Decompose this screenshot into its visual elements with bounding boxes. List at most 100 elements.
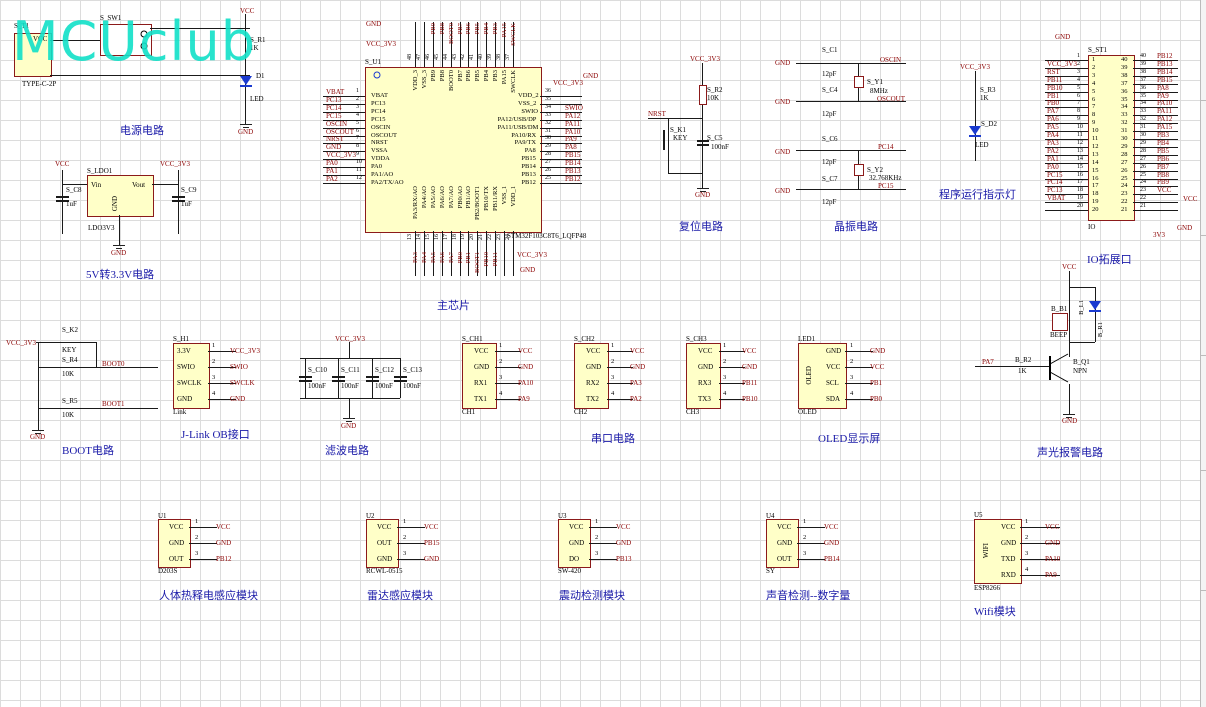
y2-designator: S_Y2 <box>867 166 883 174</box>
vcc33-net-label: VCC_3V3 <box>960 63 990 71</box>
mcu-pin-label: PC14 <box>371 107 386 115</box>
crystal-y1 <box>854 76 864 88</box>
io-pin-number: 4 <box>1092 79 1096 87</box>
io-pin-number: 32 <box>1140 116 1146 123</box>
io-net-label: PC15 <box>1047 170 1063 179</box>
power-bus-wire <box>50 75 250 76</box>
vcc33-net-label: VCC_3V3 <box>517 251 547 259</box>
usb-part: TYPE-C-2P <box>22 80 57 88</box>
border-tick <box>1200 470 1206 471</box>
mcu-pin-label: PC15 <box>371 115 386 123</box>
io-pin-number: 38 <box>1121 71 1128 79</box>
mcu-pin-label: PB6 <box>465 70 473 82</box>
cap-plate <box>56 196 69 198</box>
uart-pin-label: TX1 <box>474 395 487 403</box>
mcu-pin-label: NRST <box>371 139 388 147</box>
br1-label: B_R1 <box>1097 322 1104 338</box>
module-pin-number: 2 <box>403 534 407 541</box>
io-net-label: PB4 <box>1157 138 1170 147</box>
bl1-label: B_L1 <box>1078 300 1085 315</box>
filter-cap-value: 100nF <box>375 382 393 390</box>
wifi-pin-label: RXD <box>1001 571 1016 579</box>
uart-net-label: PA2 <box>630 395 642 403</box>
io-pin-wire <box>1045 210 1088 212</box>
io-net-label: VBAT <box>1047 194 1066 203</box>
reset-button-bar <box>663 130 665 150</box>
mcu-net-label: PB8 <box>438 23 446 35</box>
module-pin-label: GND <box>777 539 793 547</box>
io-pin-number: 11 <box>1092 135 1099 142</box>
3v3-net-label: 3V3 <box>1153 231 1166 239</box>
mcu-net-label: PA10 <box>565 127 581 136</box>
module-pin-label: GND <box>169 539 185 547</box>
io-pin-number: 3 <box>1077 68 1080 75</box>
mcu-pin-label: VDD_1 <box>509 186 517 207</box>
c4-designator: S_C4 <box>822 86 838 94</box>
mcu-pin-label: SWCLK <box>509 70 517 93</box>
ldo-part: LDO3V3 <box>88 224 115 232</box>
led1-designator: LED1 <box>798 335 816 343</box>
ldo-wire <box>62 170 63 184</box>
uart-label: CH2 <box>574 408 588 416</box>
io-pin-number: 29 <box>1121 142 1128 150</box>
sw420-label: SW-420 <box>558 567 581 575</box>
mcu-designator: S_U1 <box>365 58 381 66</box>
mcu-pin-label: PB2/BOOT1 <box>474 186 482 220</box>
vcc33-net-label: VCC_3V3 <box>690 55 720 63</box>
io-pin-number: 16 <box>1092 174 1099 182</box>
module-pin-wire <box>397 559 425 560</box>
oled-pin-number: 4 <box>850 390 854 397</box>
oled-net-label: PB1 <box>870 379 883 387</box>
mcu-pin-label: PB7 <box>456 70 464 82</box>
mcu-pin-label: PB1/AO <box>465 186 473 209</box>
mcu-pin-number: 7 <box>356 135 359 142</box>
io-pin-number: 32 <box>1121 119 1128 127</box>
alarm-wire <box>975 366 1050 367</box>
filter-cap-value: 100nF <box>308 382 326 390</box>
mcu-pin-label: VSS_3 <box>420 70 428 89</box>
io-pin-number: 22 <box>1140 195 1146 202</box>
uart-net-label: GND <box>742 363 758 371</box>
mcu-net-label: PA7 <box>447 252 455 263</box>
mcu-pin-number: 19 <box>460 234 467 240</box>
uart-net-label: PB11 <box>742 379 758 387</box>
module-net-label: VCC <box>216 523 231 531</box>
mcu-pin-label: PB9 <box>429 70 437 82</box>
mcu-net-label: PB14 <box>565 159 581 168</box>
io-pin-number: 13 <box>1077 147 1083 154</box>
mcu-pin-number: 20 <box>469 234 476 240</box>
mcu-pin-wire <box>540 182 582 184</box>
module-pin-label: VCC <box>569 523 584 531</box>
io-pin-number: 28 <box>1121 150 1128 158</box>
mcu-pin-label: PA12/USB/DP <box>497 115 537 123</box>
uart-pin-label: RX2 <box>586 379 600 387</box>
io-pin-number: 26 <box>1121 166 1128 174</box>
io-net-label: PB5 <box>1157 146 1170 155</box>
ldo-vout-pin: Vout <box>132 181 146 189</box>
gnd-net-label: GND <box>341 422 357 430</box>
oled-net-label: PB0 <box>870 395 883 403</box>
boot-wire <box>38 408 158 409</box>
gnd-net-label: GND <box>1055 33 1071 41</box>
io-pin-number: 40 <box>1140 53 1146 59</box>
wifi-inner-label: WIFI <box>982 543 990 559</box>
module-pin-wire <box>589 527 617 528</box>
mcu-net-label: PB12 <box>565 174 581 183</box>
ldo-vin-pin: Vin <box>91 181 102 189</box>
filter-wire <box>300 398 400 399</box>
oled-pin-wire <box>845 351 873 352</box>
mcu-pin-number: 11 <box>356 167 362 173</box>
mcu-pin-label: VDD_3 <box>412 70 419 91</box>
crystal-caption: 晶振电路 <box>834 221 878 233</box>
io-pin-number: 34 <box>1140 100 1146 107</box>
c9-value: 1uF <box>181 200 192 208</box>
alarm-wire <box>1069 342 1095 343</box>
y1-designator: S_Y1 <box>867 78 883 86</box>
ldo-wire <box>152 184 179 185</box>
mcu-pin-number: 6 <box>356 127 359 134</box>
c7-designator: S_C7 <box>822 175 838 183</box>
module-pin-wire <box>797 559 825 560</box>
uart-net-label: PA10 <box>518 379 534 387</box>
jlink-net-label: SWIO <box>230 363 248 371</box>
uart-pin-number: 1 <box>723 342 727 349</box>
